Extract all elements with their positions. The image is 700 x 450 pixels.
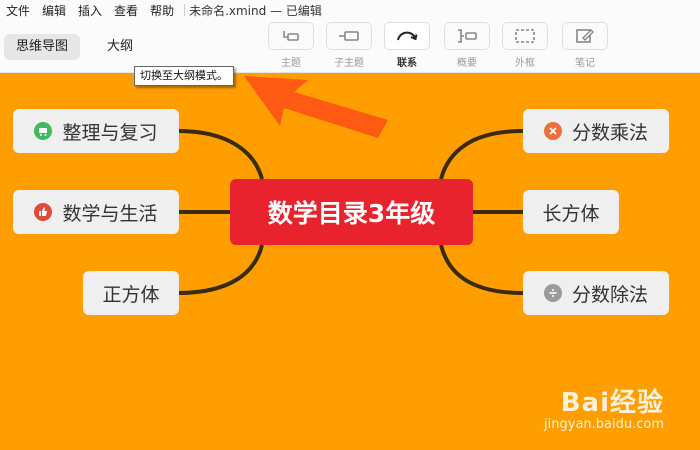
central-topic[interactable]: 数学目录3年级: [230, 179, 473, 245]
menu-help[interactable]: 帮助: [146, 2, 182, 19]
topic-right-1[interactable]: 长方体: [523, 190, 619, 234]
baidu-jingyan-watermark: Bai经验 jingyan.baidu.com: [544, 382, 664, 432]
menu-edit[interactable]: 编辑: [38, 2, 74, 19]
menu-divider: [184, 4, 186, 16]
connector-left-2: [177, 244, 264, 295]
relationship-label: 联系: [397, 58, 417, 69]
relationship-curve-icon: [397, 31, 418, 41]
topic-left-2[interactable]: 正方体: [83, 271, 179, 315]
subtopic-label: 子主题: [334, 58, 364, 69]
divide-icon: [543, 284, 562, 302]
topic-right-1-label: 长方体: [542, 202, 600, 225]
topic-right-0-label: 分数乘法: [571, 121, 648, 144]
topic-left-0[interactable]: 整理与复习: [13, 109, 179, 153]
topic-left-1-label: 数学与生活: [62, 202, 158, 225]
thumbs-up-icon: [34, 203, 53, 221]
topic-right-2[interactable]: 分数除法: [523, 271, 669, 315]
outline-mode-tooltip: 切换至大纲模式。: [134, 66, 234, 86]
topic-left-1[interactable]: 数学与生活: [13, 190, 179, 234]
watermark-brand: Bai经验: [560, 388, 664, 418]
menu-file[interactable]: 文件: [0, 2, 38, 19]
mindmap-canvas[interactable]: 整理与复习 数学与生活 正方体 数学目录3年级 分数乘法 长方体 分数除法 Ba…: [0, 73, 700, 450]
toolbar: 思维导图 大纲 主题 子主题 联系 概要 外框 笔记: [0, 20, 700, 73]
subtopic-button[interactable]: 子主题: [326, 22, 372, 70]
boundary-label: 外框: [515, 58, 535, 69]
topic-right-0[interactable]: 分数乘法: [523, 109, 669, 153]
relationship-button[interactable]: 联系: [384, 22, 430, 70]
connector-right-0: [439, 129, 524, 180]
note-button[interactable]: 笔记: [562, 22, 608, 70]
note-label: 笔记: [575, 58, 595, 69]
watermark-url: jingyan.baidu.com: [544, 417, 664, 432]
subtopic-icon: [339, 31, 359, 41]
summary-label: 概要: [457, 58, 477, 69]
topic-button[interactable]: 主题: [268, 22, 314, 70]
topic-left-0-label: 整理与复习: [62, 121, 158, 144]
multiply-icon: [543, 122, 562, 140]
summary-bracket-icon: [458, 29, 477, 43]
tab-outline[interactable]: 大纲: [95, 34, 145, 60]
pointer-arrow-icon: [244, 76, 388, 138]
window-title: 未命名.xmind — 已编辑: [189, 3, 322, 18]
tab-mindmap[interactable]: 思维导图: [4, 34, 81, 60]
note-edit-icon: [576, 29, 594, 43]
topic-icon: [283, 31, 299, 41]
menu-bar: 文件 编辑 插入 查看 帮助 未命名.xmind — 已编辑: [0, 0, 700, 20]
connector-right-2: [439, 244, 524, 295]
boundary-icon: [515, 29, 535, 43]
menu-insert[interactable]: 插入: [74, 2, 110, 19]
topic-label: 主题: [281, 58, 301, 69]
boundary-button[interactable]: 外框: [502, 22, 548, 70]
topic-left-2-label: 正方体: [102, 283, 160, 306]
summary-button[interactable]: 概要: [444, 22, 490, 70]
menu-view[interactable]: 查看: [110, 2, 146, 19]
topic-right-2-label: 分数除法: [571, 283, 648, 306]
shopping-cart-icon: [34, 122, 53, 140]
